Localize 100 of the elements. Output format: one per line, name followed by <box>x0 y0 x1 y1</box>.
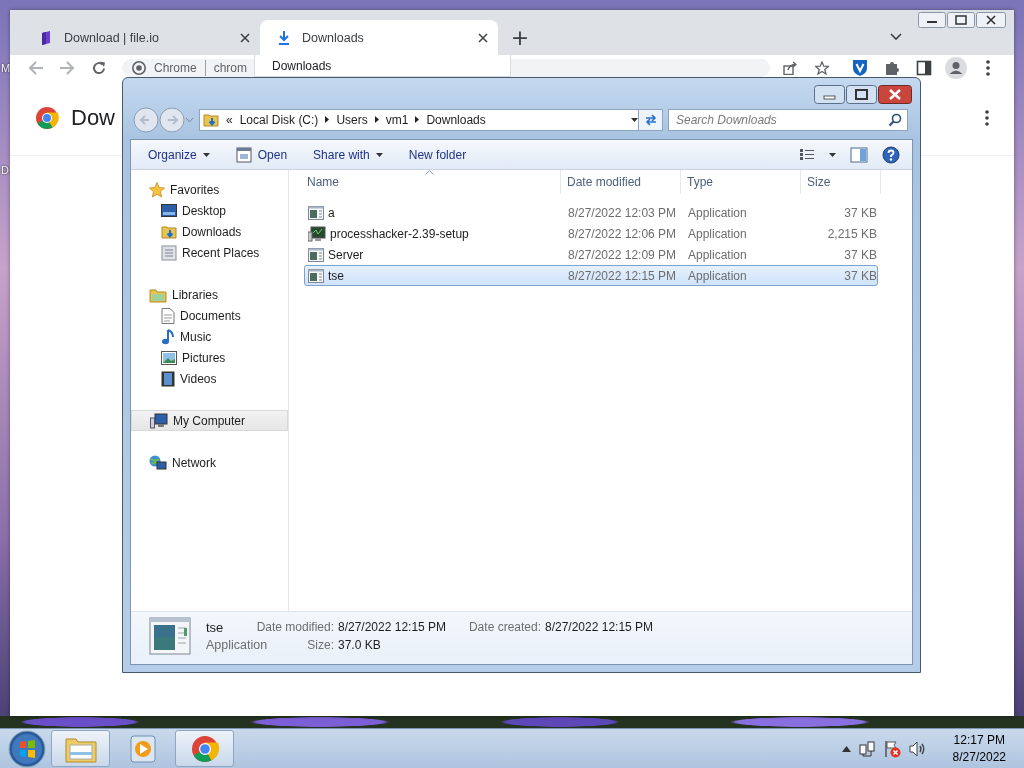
download-icon <box>276 29 292 46</box>
caret-icon[interactable] <box>829 152 836 157</box>
close-icon[interactable] <box>478 32 488 43</box>
preview-pane-icon[interactable] <box>850 146 868 163</box>
file-type: Application <box>206 638 268 652</box>
network-icon[interactable] <box>858 740 875 757</box>
menu-icon[interactable] <box>985 110 989 126</box>
address-bar[interactable]: « Local Disk (C:) Users vm1 Downloads <box>199 108 639 131</box>
chevron-down-icon[interactable] <box>890 32 902 41</box>
folder-icon <box>203 111 219 128</box>
breadcrumb-item[interactable]: Users <box>336 112 368 127</box>
nav-item[interactable]: Documents <box>131 305 288 326</box>
speaker-icon[interactable] <box>908 740 927 757</box>
browser-tab[interactable]: Downloads <box>260 20 498 55</box>
type-cell-text: Application <box>687 205 748 220</box>
separator-arrow-icon[interactable] <box>374 116 379 123</box>
overflow-chevron[interactable]: « <box>226 112 233 127</box>
separator-arrow-icon[interactable] <box>325 116 330 123</box>
puzzle-icon[interactable] <box>885 61 899 75</box>
type-cell-text: Application <box>687 226 748 241</box>
info-icon <box>132 61 146 75</box>
toolbar-button[interactable]: Share with <box>305 144 391 165</box>
folder-icon <box>161 223 177 240</box>
column-header[interactable]: Name <box>301 170 561 194</box>
browser-tab[interactable]: Download | file.io <box>22 20 260 55</box>
detail-value: 37.0 KB <box>338 638 381 652</box>
shield-icon[interactable] <box>853 60 867 76</box>
file-row[interactable]: tse 8/27/2022 12:15 PM Application 37 KB <box>304 265 878 286</box>
reload-icon[interactable] <box>92 61 106 75</box>
maximize-button[interactable] <box>947 12 975 28</box>
close-button[interactable] <box>878 85 912 104</box>
breadcrumb-item[interactable]: vm1 <box>385 112 409 127</box>
nav-item[interactable]: Videos <box>131 368 288 389</box>
toolbar-button[interactable]: Open <box>227 143 296 166</box>
show-hidden-icons-icon[interactable] <box>841 745 851 752</box>
date-cell-text: 8/27/2022 12:03 PM <box>567 205 678 220</box>
clock-date: 8/27/2022 <box>952 748 1006 766</box>
column-header[interactable]: Size <box>801 170 881 194</box>
date-cell-text: 8/27/2022 12:15 PM <box>567 268 678 283</box>
document-icon <box>161 307 175 324</box>
date-cell-text: 8/27/2022 12:06 PM <box>567 226 678 241</box>
film-icon <box>161 370 175 387</box>
nav-item[interactable]: Recent Places <box>131 242 288 263</box>
nav-item[interactable]: Downloads <box>131 221 288 242</box>
minimize-button[interactable] <box>918 12 946 28</box>
nav-item[interactable]: Network <box>131 452 288 473</box>
file-name: processhacker-2.39-setup <box>305 225 562 242</box>
profile-icon[interactable] <box>945 57 967 79</box>
help-icon[interactable] <box>882 145 900 164</box>
column-header[interactable]: Date modified <box>561 170 681 194</box>
file-row[interactable]: Server 8/27/2022 12:09 PM Application 37 KB <box>304 244 878 265</box>
share-icon[interactable] <box>783 61 797 75</box>
nav-item[interactable]: Favorites <box>131 179 288 200</box>
close-icon[interactable] <box>240 32 250 43</box>
computer-icon <box>150 412 168 429</box>
nav-item[interactable]: Desktop <box>131 200 288 221</box>
size-cell-text: 2,215 KB <box>826 226 878 241</box>
new-tab-button[interactable]: + <box>500 20 540 55</box>
maximize-button[interactable] <box>846 85 877 104</box>
detail-label: Size: <box>307 638 334 652</box>
nav-item[interactable]: My Computer <box>131 410 288 431</box>
nav-item[interactable]: Libraries <box>131 284 288 305</box>
toolbar-button[interactable]: New folder <box>400 144 475 165</box>
start-icon[interactable] <box>8 729 46 768</box>
separator-arrow-icon[interactable] <box>415 116 420 123</box>
caret-icon[interactable] <box>631 117 638 122</box>
close-button[interactable] <box>976 12 1006 28</box>
file-name: a <box>305 205 562 220</box>
nav-item[interactable]: Music <box>131 326 288 347</box>
star-icon[interactable] <box>815 61 829 75</box>
column-header[interactable]: Type <box>681 170 801 194</box>
breadcrumb-item[interactable]: Downloads <box>426 112 486 127</box>
library-icon <box>149 286 167 303</box>
action-center-icon[interactable] <box>882 739 901 758</box>
type-cell-text: Application <box>687 268 748 283</box>
url-text: chrom <box>213 61 248 75</box>
file-row[interactable]: a 8/27/2022 12:03 PM Application 37 KB <box>304 202 878 223</box>
file-row[interactable]: processhacker-2.39-setup 8/27/2022 12:06 PM Application 2,215 KB <box>304 223 878 244</box>
clock[interactable]: 12:17 PM 8/27/2022 <box>952 731 1006 766</box>
view-options-icon[interactable] <box>799 147 815 162</box>
search-icon[interactable] <box>888 112 902 127</box>
size-cell-text: 37 KB <box>843 268 878 283</box>
menu-icon[interactable] <box>986 60 990 76</box>
type-cell-text: Application <box>687 247 748 262</box>
search-field[interactable]: Search Downloads <box>668 108 908 131</box>
installer-icon <box>308 225 326 242</box>
window-icon <box>235 146 252 163</box>
page-title: Dow <box>71 105 115 131</box>
application-icon <box>308 247 324 262</box>
site-label: Chrome <box>154 61 197 75</box>
toolbar-button[interactable]: Organize <box>140 144 218 165</box>
refresh-button[interactable] <box>639 108 663 131</box>
nav-item[interactable]: Pictures <box>131 347 288 368</box>
application-icon <box>149 617 191 655</box>
date-cell-text: 8/27/2022 12:09 PM <box>567 247 678 262</box>
desktop-icon <box>161 203 177 218</box>
side-panel-icon[interactable] <box>916 60 932 76</box>
media-player-icon <box>129 734 156 763</box>
breadcrumb-item[interactable]: Local Disk (C:) <box>239 112 319 127</box>
taskbar-button[interactable] <box>175 730 234 767</box>
